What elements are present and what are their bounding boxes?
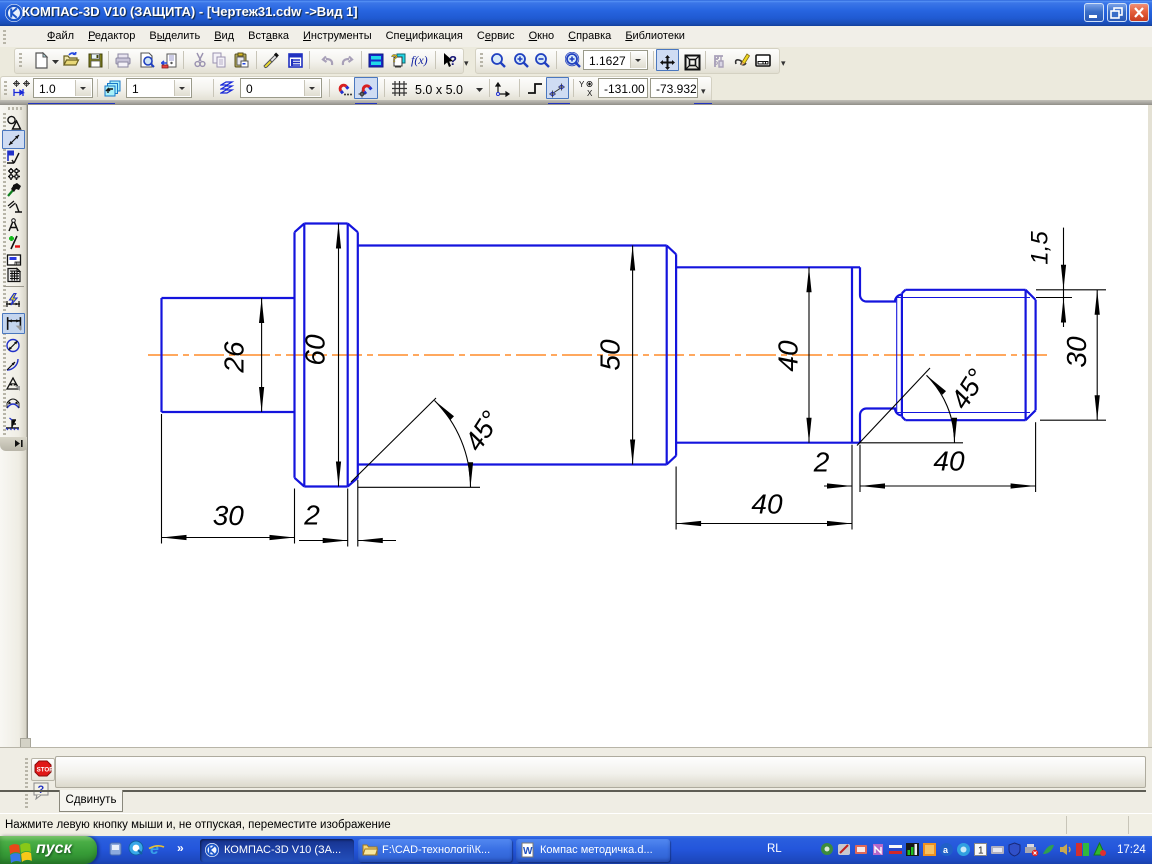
svg-text:30: 30 [213, 500, 245, 531]
svg-text:26: 26 [219, 341, 250, 374]
svg-text:45°: 45° [945, 364, 993, 415]
svg-text:50: 50 [595, 339, 626, 371]
svg-text:30: 30 [1061, 336, 1092, 368]
svg-text:60: 60 [300, 334, 331, 366]
svg-text:40: 40 [773, 340, 804, 372]
svg-text:40: 40 [751, 489, 783, 520]
svg-text:40: 40 [933, 446, 965, 477]
svg-text:45°: 45° [459, 406, 507, 457]
svg-text:1,5: 1,5 [1027, 231, 1054, 265]
svg-text:2: 2 [813, 447, 830, 478]
svg-text:2: 2 [303, 500, 320, 531]
